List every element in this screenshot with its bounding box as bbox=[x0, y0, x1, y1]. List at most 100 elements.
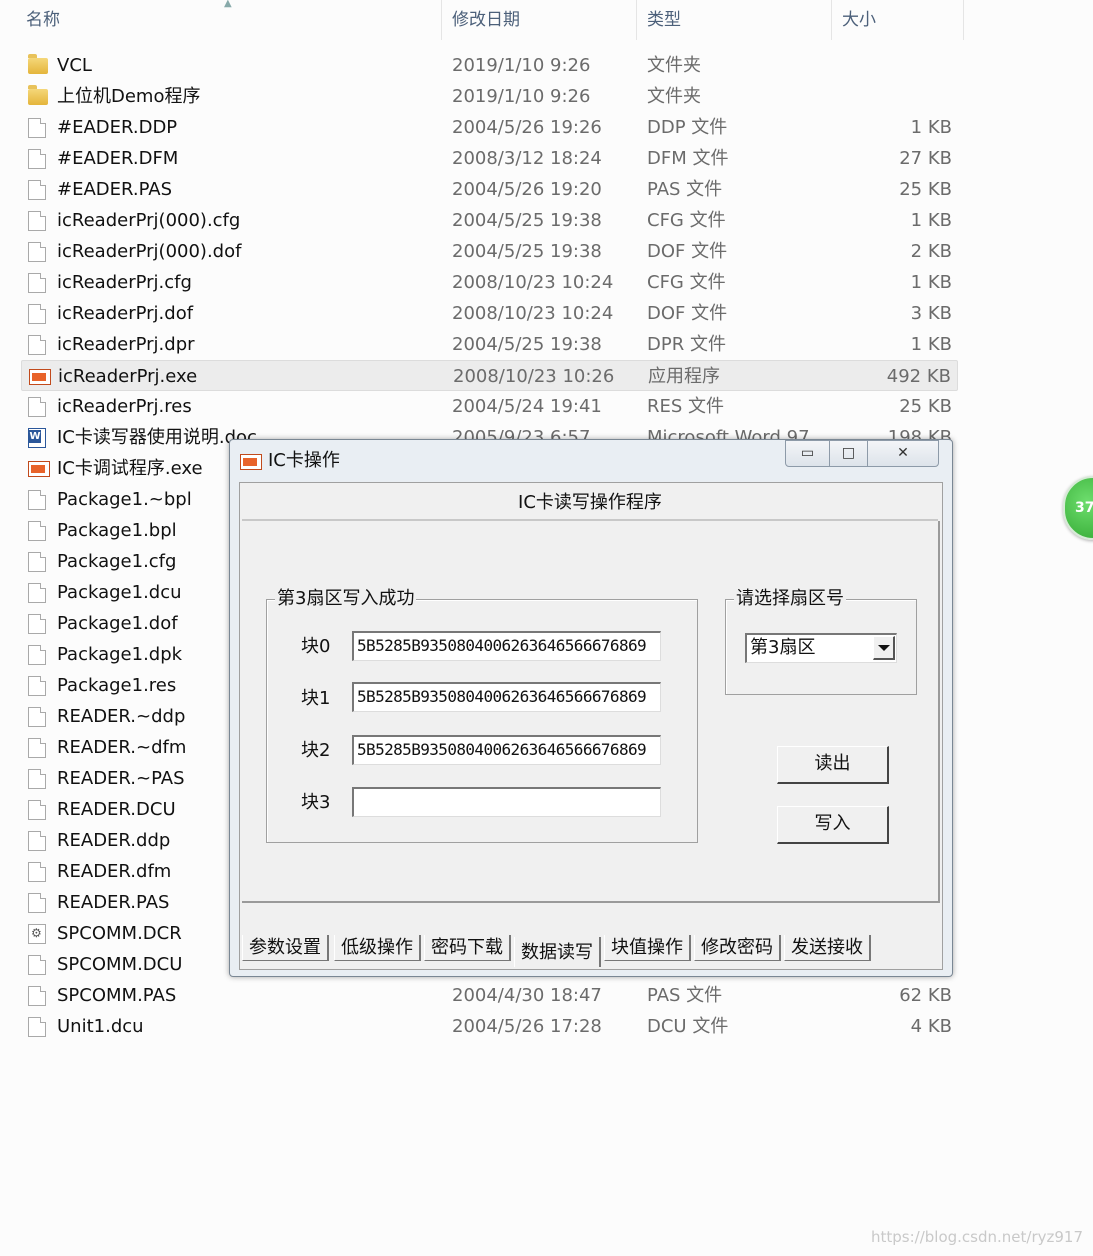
file-icon bbox=[28, 955, 46, 975]
file-icon bbox=[28, 614, 46, 634]
chevron-down-icon[interactable] bbox=[873, 636, 895, 660]
file-row[interactable]: icReaderPrj.cfg 2008/10/23 10:24 CFG 文件 1 K… bbox=[21, 267, 958, 298]
file-icon bbox=[28, 862, 46, 882]
file-date: 2008/10/23 10:24 bbox=[452, 303, 614, 324]
column-size-header[interactable]: 大小 bbox=[836, 0, 964, 40]
file-name: Package1.dof bbox=[57, 613, 178, 634]
file-name: Package1.res bbox=[57, 675, 177, 696]
block1-input[interactable]: 5B5285B9350804006263646566676869 bbox=[352, 682, 661, 712]
file-name: Package1.bpl bbox=[57, 520, 177, 541]
tab-value-ops[interactable]: 块值操作 bbox=[604, 935, 691, 961]
file-icon bbox=[28, 831, 46, 851]
file-row[interactable]: Unit1.dcu 2004/5/26 17:28 DCU 文件 4 KB bbox=[21, 1011, 958, 1042]
file-type: RES 文件 bbox=[647, 396, 725, 417]
file-name: IC卡读写器使用说明.doc bbox=[57, 427, 257, 448]
block0-input[interactable]: 5B5285B9350804006263646566676869 bbox=[352, 631, 661, 661]
block1-label: 块1 bbox=[301, 688, 331, 709]
file-date: 2004/5/26 19:20 bbox=[452, 179, 602, 200]
file-row[interactable]: #EADER.DDP 2004/5/26 19:26 DDP 文件 1 KB bbox=[21, 112, 958, 143]
file-row[interactable]: 上位机Demo程序 2019/1/10 9:26 文件夹 bbox=[21, 81, 958, 112]
file-name: Package1.~bpl bbox=[57, 489, 192, 510]
file-type: 文件夹 bbox=[647, 86, 701, 107]
file-name: icReaderPrj.exe bbox=[58, 366, 198, 387]
file-type: DOF 文件 bbox=[647, 303, 728, 324]
file-date: 2004/5/25 19:38 bbox=[452, 210, 602, 231]
floating-badge[interactable]: 37 bbox=[1063, 476, 1093, 540]
file-size: 492 KB bbox=[886, 366, 951, 387]
file-row[interactable]: icReaderPrj(000).cfg 2004/5/25 19:38 CFG 文… bbox=[21, 205, 958, 236]
file-icon bbox=[28, 800, 46, 820]
block3-label: 块3 bbox=[301, 792, 331, 813]
file-name: icReaderPrj(000).cfg bbox=[57, 210, 241, 231]
folder-icon bbox=[28, 54, 48, 74]
minimize-button[interactable]: ▭ bbox=[785, 440, 830, 467]
tab-data-rw[interactable]: 数据读写 bbox=[514, 937, 601, 967]
write-button[interactable]: 写入 bbox=[777, 806, 889, 844]
file-size: 1 KB bbox=[910, 272, 952, 293]
file-row[interactable]: SPCOMM.PAS 2004/4/30 18:47 PAS 文件 62 KB bbox=[21, 980, 958, 1011]
file-name: READER.~PAS bbox=[57, 768, 185, 789]
column-divider[interactable] bbox=[636, 0, 637, 40]
file-row[interactable]: VCL 2019/1/10 9:26 文件夹 bbox=[21, 50, 958, 81]
column-divider[interactable] bbox=[831, 0, 832, 40]
read-button[interactable]: 读出 bbox=[777, 746, 889, 784]
file-row[interactable]: icReaderPrj(000).dof 2004/5/25 19:38 DOF 文… bbox=[21, 236, 958, 267]
tab-change-password[interactable]: 修改密码 bbox=[694, 935, 781, 961]
file-row[interactable]: icReaderPrj.dpr 2004/5/25 19:38 DPR 文件 1 KB bbox=[21, 329, 958, 360]
close-button[interactable]: ✕ bbox=[867, 440, 939, 467]
file-name: SPCOMM.DCR bbox=[57, 923, 182, 944]
file-name: #EADER.DDP bbox=[57, 117, 178, 138]
file-row[interactable]: #EADER.DFM 2008/3/12 18:24 DFM 文件 27 KB bbox=[21, 143, 958, 174]
file-type: 文件夹 bbox=[647, 55, 701, 76]
file-date: 2004/5/24 19:41 bbox=[452, 396, 602, 417]
file-date: 2004/5/25 19:38 bbox=[452, 241, 602, 262]
file-size: 1 KB bbox=[910, 210, 952, 231]
file-name: icReaderPrj.dof bbox=[57, 303, 194, 324]
file-name: icReaderPrj.cfg bbox=[57, 272, 192, 293]
panel-title: IC卡读写操作程序 bbox=[242, 485, 938, 521]
file-date: 2004/5/25 19:38 bbox=[452, 334, 602, 355]
file-type: PAS 文件 bbox=[647, 179, 723, 200]
sector-select[interactable]: 第3扇区 bbox=[745, 633, 897, 663]
file-name: SPCOMM.DCU bbox=[57, 954, 183, 975]
file-row[interactable]: icReaderPrj.dof 2008/10/23 10:24 DOF 文件 3 K… bbox=[21, 298, 958, 329]
exe-icon bbox=[29, 369, 51, 385]
file-type: DFM 文件 bbox=[647, 148, 729, 169]
block2-input[interactable]: 5B5285B9350804006263646566676869 bbox=[352, 735, 661, 765]
file-row[interactable]: icReaderPrj.res 2004/5/24 19:41 RES 文件 25 K… bbox=[21, 391, 958, 422]
file-row[interactable]: icReaderPrj.exe 2008/10/23 10:26 应用程序 492 K… bbox=[21, 360, 958, 391]
file-name: 上位机Demo程序 bbox=[57, 86, 201, 107]
column-type-header[interactable]: 类型 bbox=[641, 0, 831, 40]
file-icon bbox=[28, 521, 46, 541]
block3-input[interactable] bbox=[352, 787, 661, 817]
column-date-header[interactable]: 修改日期 bbox=[446, 0, 636, 40]
file-name: Package1.dpk bbox=[57, 644, 183, 665]
file-size: 4 KB bbox=[910, 1016, 952, 1037]
tab-key-download[interactable]: 密码下载 bbox=[424, 935, 511, 961]
file-name: VCL bbox=[57, 55, 92, 76]
file-name: icReaderPrj.res bbox=[57, 396, 192, 417]
file-icon bbox=[28, 335, 46, 355]
tab-send-receive[interactable]: 发送接收 bbox=[784, 935, 871, 961]
file-size: 1 KB bbox=[910, 334, 952, 355]
file-icon bbox=[28, 118, 46, 138]
file-name: Package1.dcu bbox=[57, 582, 182, 603]
tab-params[interactable]: 参数设置 bbox=[242, 935, 329, 961]
dialog-title: IC卡操作 bbox=[268, 450, 340, 471]
file-size: 3 KB bbox=[910, 303, 952, 324]
file-size: 1 KB bbox=[910, 117, 952, 138]
file-icon bbox=[28, 273, 46, 293]
file-type: DDP 文件 bbox=[647, 117, 728, 138]
column-divider[interactable] bbox=[441, 0, 442, 40]
block2-label: 块2 bbox=[301, 740, 331, 761]
folder-icon bbox=[28, 85, 48, 105]
file-name: IC卡调试程序.exe bbox=[57, 458, 203, 479]
file-name: READER.DCU bbox=[57, 799, 176, 820]
tab-low-level[interactable]: 低级操作 bbox=[334, 935, 421, 961]
column-divider[interactable] bbox=[963, 0, 964, 40]
maximize-button[interactable]: □ bbox=[829, 440, 868, 467]
file-icon bbox=[28, 986, 46, 1006]
file-row[interactable]: #EADER.PAS 2004/5/26 19:20 PAS 文件 25 KB bbox=[21, 174, 958, 205]
file-type: DOF 文件 bbox=[647, 241, 728, 262]
file-size: 25 KB bbox=[899, 179, 952, 200]
